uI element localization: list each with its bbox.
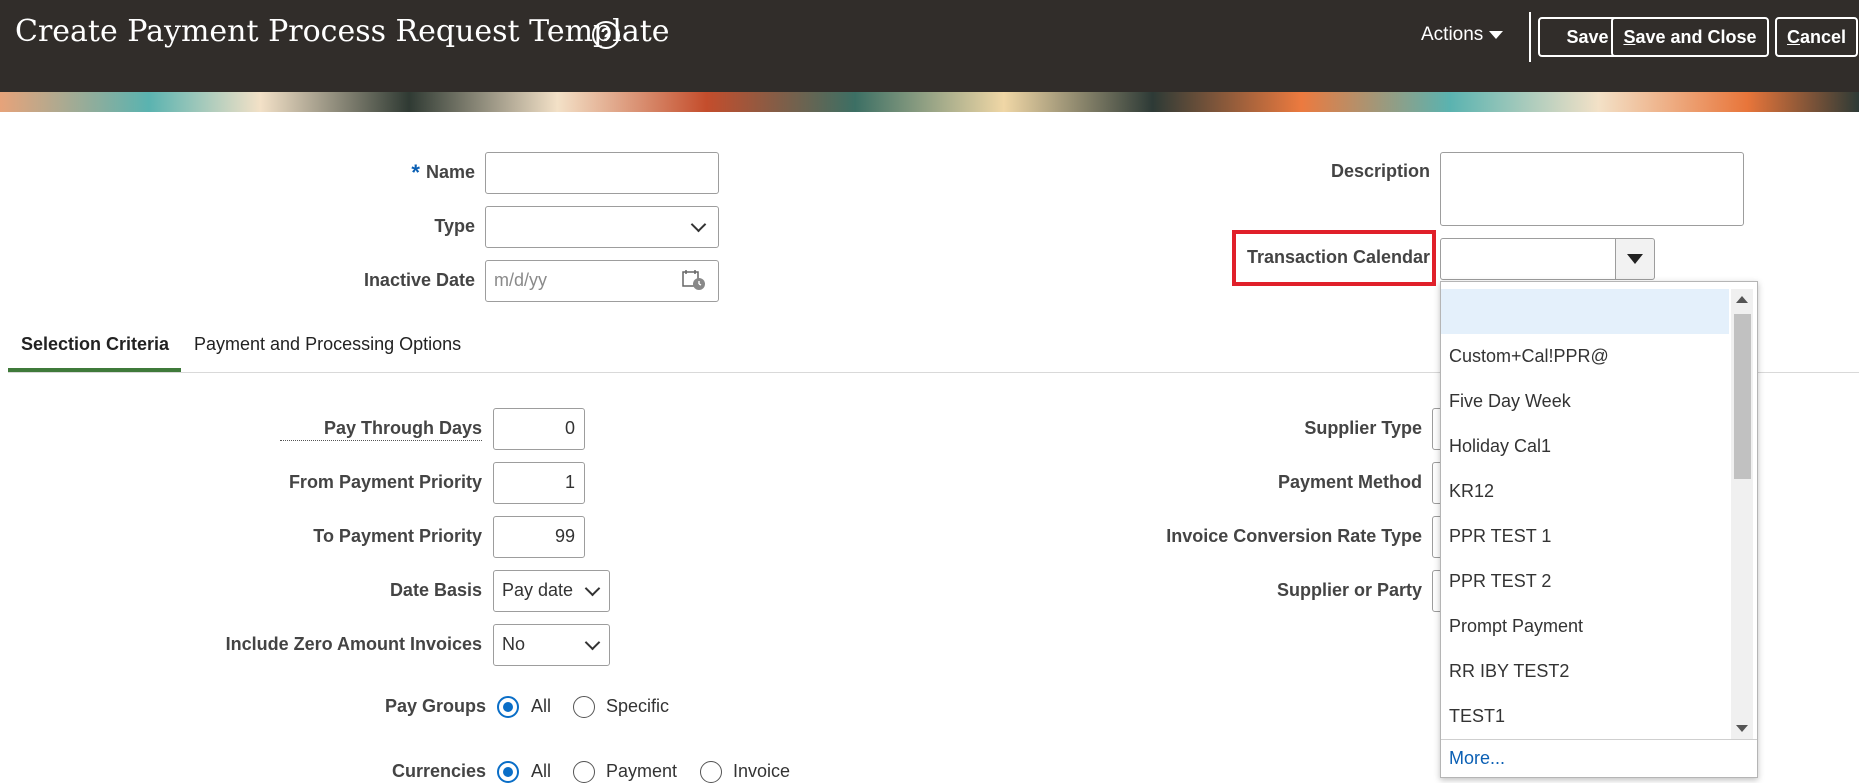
popup-scrollbar[interactable] <box>1731 289 1753 739</box>
currencies-invoice-label: Invoice <box>733 761 791 781</box>
page-title: Create Payment Process Request Template <box>15 14 670 49</box>
more-options-row: More... <box>1441 739 1757 777</box>
transaction-calendar-input[interactable] <box>1440 238 1616 280</box>
to-payment-priority-label: To Payment Priority <box>313 526 482 546</box>
caret-down-icon <box>1627 254 1643 264</box>
to-payment-priority-input[interactable]: 99 <box>493 516 585 558</box>
include-zero-amount-label: Include Zero Amount Invoices <box>225 634 482 654</box>
inactive-date-placeholder: m/d/yy <box>494 270 548 290</box>
transaction-calendar-popup: Custom+Cal!PPR@ Five Day Week Holiday Ca… <box>1440 281 1758 778</box>
currencies-payment-radio[interactable] <box>573 761 595 783</box>
pay-groups-specific-label: Specific <box>606 696 670 716</box>
from-payment-priority-value: 1 <box>564 472 575 492</box>
description-label: Description <box>1330 161 1430 181</box>
date-basis-select[interactable]: Pay date <box>493 570 610 612</box>
supplier-or-party-label: Supplier or Party <box>1276 580 1422 600</box>
header-divider <box>1529 12 1531 62</box>
include-zero-amount-select[interactable]: No <box>493 624 610 666</box>
more-link[interactable]: More... <box>1449 748 1505 769</box>
name-label: * Name <box>411 160 475 185</box>
pay-through-days-label: Pay Through Days <box>280 418 482 441</box>
cancel-button[interactable]: Cancel <box>1775 17 1858 57</box>
calendar-option-rr-iby-test2[interactable]: RR IBY TEST2 <box>1441 649 1729 694</box>
required-indicator: * <box>411 160 420 185</box>
payment-method-label: Payment Method <box>1277 472 1422 492</box>
from-payment-priority-input[interactable]: 1 <box>493 462 585 504</box>
calendar-option-list: Custom+Cal!PPR@ Five Day Week Holiday Ca… <box>1441 289 1729 739</box>
pay-groups-all-radio[interactable] <box>497 696 519 718</box>
calendar-option-test1[interactable]: TEST1 <box>1441 694 1729 739</box>
save-and-close-label: ave and Close <box>1635 27 1757 47</box>
cancel-label: ancel <box>1799 27 1847 47</box>
calendar-option-blank[interactable] <box>1441 289 1729 334</box>
cancel-mnemonic: C <box>1786 27 1800 47</box>
calendar-option-ppr-test-2[interactable]: PPR TEST 2 <box>1441 559 1729 604</box>
calendar-option-custom-cal[interactable]: Custom+Cal!PPR@ <box>1441 334 1729 379</box>
calendar-option-ppr-test-1[interactable]: PPR TEST 1 <box>1441 514 1729 559</box>
save-and-close-button[interactable]: Save and Close <box>1611 17 1769 57</box>
inactive-date-label: Inactive Date <box>363 270 475 290</box>
scroll-down-icon[interactable] <box>1736 725 1748 732</box>
description-textarea[interactable] <box>1440 152 1744 226</box>
actions-label: Actions <box>1421 24 1484 45</box>
currencies-label: Currencies <box>391 761 486 781</box>
invoice-conversion-rate-type-label: Invoice Conversion Rate Type <box>1166 526 1422 546</box>
currencies-all-radio[interactable] <box>497 761 519 783</box>
currencies-invoice-radio[interactable] <box>700 761 722 783</box>
include-zero-amount-value: No <box>502 634 526 654</box>
page-header: Create Payment Process Request Template … <box>0 0 1859 92</box>
inactive-date-input[interactable]: m/d/yy <box>485 260 719 302</box>
date-basis-label: Date Basis <box>389 580 482 600</box>
pay-groups-all-label: All <box>531 696 552 716</box>
pay-through-days-value: 0 <box>564 418 575 438</box>
pay-through-days-input[interactable]: 0 <box>493 408 585 450</box>
tab-payment-processing-options[interactable]: Payment and Processing Options <box>194 334 461 355</box>
name-input[interactable] <box>485 152 719 194</box>
calendar-option-holiday-cal1[interactable]: Holiday Cal1 <box>1441 424 1729 469</box>
from-payment-priority-label: From Payment Priority <box>288 472 482 492</box>
pay-groups-specific-radio[interactable] <box>573 696 595 718</box>
scrollbar-thumb[interactable] <box>1734 314 1751 479</box>
type-select[interactable] <box>485 206 719 248</box>
calendar-icon[interactable] <box>682 269 706 291</box>
help-icon[interactable]: ? <box>592 21 620 49</box>
calendar-option-five-day-week[interactable]: Five Day Week <box>1441 379 1729 424</box>
decorative-banner <box>0 92 1859 112</box>
chevron-down-icon <box>584 634 601 651</box>
save-and-close-mnemonic: S <box>1623 27 1636 47</box>
calendar-option-kr12[interactable]: KR12 <box>1441 469 1729 514</box>
calendar-option-prompt-payment[interactable]: Prompt Payment <box>1441 604 1729 649</box>
date-basis-value: Pay date <box>502 580 574 600</box>
caret-down-icon <box>1489 30 1504 39</box>
transaction-calendar-dropdown-button[interactable] <box>1615 238 1655 280</box>
supplier-type-label: Supplier Type <box>1304 418 1422 438</box>
actions-menu[interactable]: Actions <box>1421 24 1504 46</box>
to-payment-priority-value: 99 <box>554 526 575 546</box>
transaction-calendar-highlight <box>1232 230 1436 286</box>
chevron-down-icon <box>690 216 707 233</box>
tab-selection-criteria[interactable]: Selection Criteria <box>21 334 169 355</box>
type-label: Type <box>434 216 475 236</box>
chevron-down-icon <box>584 580 601 597</box>
pay-groups-label: Pay Groups <box>384 696 486 716</box>
currencies-payment-label: Payment <box>606 761 678 781</box>
scroll-up-icon[interactable] <box>1736 296 1748 303</box>
currencies-all-label: All <box>531 761 552 781</box>
